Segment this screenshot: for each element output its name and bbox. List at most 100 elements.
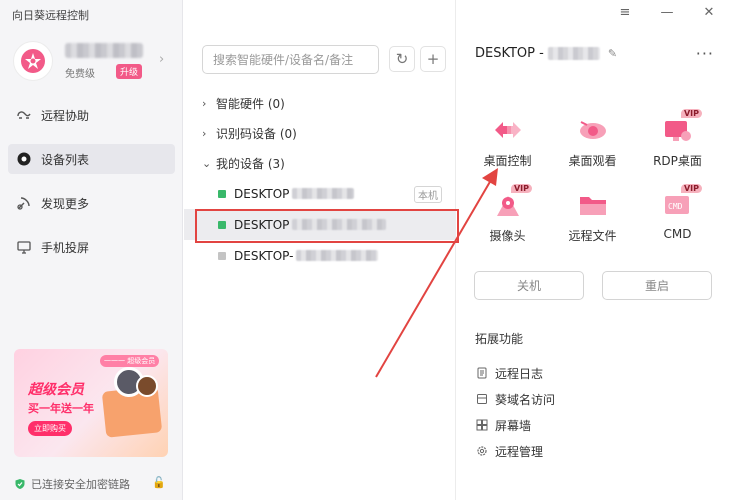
security-status: 已连接安全加密链路 🔓 bbox=[14, 476, 174, 492]
refresh-icon: ↻ bbox=[395, 50, 409, 68]
cmd-icon: CMD bbox=[658, 187, 698, 223]
sunflower-logo-icon bbox=[21, 49, 45, 73]
sidebar-nav: 远程协助 设备列表 发现更多 手机投屏 bbox=[8, 100, 175, 276]
device-name-redacted bbox=[292, 219, 387, 230]
extensions-title: 拓展功能 bbox=[475, 332, 524, 346]
desktop-control-icon bbox=[488, 112, 528, 148]
window-controls: ≡ — ✕ bbox=[614, 5, 720, 20]
app-title: 向日葵远程控制 bbox=[12, 9, 89, 22]
plus-icon: + bbox=[426, 50, 440, 68]
extension-remote-log[interactable]: 远程日志 bbox=[475, 360, 555, 386]
feature-label: RDP桌面 bbox=[653, 154, 702, 168]
extension-label: 葵域名访问 bbox=[495, 392, 556, 407]
device-title: DESKTOP - ✎ bbox=[475, 46, 617, 61]
sidebar-item-remote-assist[interactable]: 远程协助 bbox=[8, 100, 175, 130]
log-icon bbox=[475, 367, 489, 379]
device-row[interactable]: DESKTOP- bbox=[184, 240, 456, 271]
remote-file-icon bbox=[573, 187, 613, 223]
group-smart-hardware[interactable]: › 智能硬件 (0) bbox=[184, 88, 456, 118]
desktop-view-icon bbox=[573, 112, 613, 148]
extension-label: 远程管理 bbox=[495, 444, 544, 459]
minimize-icon[interactable]: — bbox=[656, 5, 678, 20]
promo-character-image bbox=[136, 375, 158, 397]
extension-screen-wall[interactable]: 屏幕墙 bbox=[475, 412, 555, 438]
more-options-icon[interactable]: ··· bbox=[696, 44, 714, 63]
feature-label: 远程文件 bbox=[568, 229, 617, 243]
promo-tag: 一一一 超级会员 bbox=[100, 355, 160, 367]
feature-remote-file[interactable]: 远程文件 bbox=[550, 187, 635, 244]
group-my-devices[interactable]: ⌄ 我的设备 (3) bbox=[184, 148, 456, 178]
satellite-icon bbox=[15, 194, 33, 212]
upgrade-badge[interactable]: 升级 bbox=[116, 64, 143, 79]
sidebar-item-label: 设备列表 bbox=[41, 152, 90, 167]
close-icon[interactable]: ✕ bbox=[698, 5, 720, 20]
add-device-button[interactable]: + bbox=[420, 46, 446, 72]
remote-assist-icon bbox=[15, 106, 33, 124]
group-id-devices[interactable]: › 识别码设备 (0) bbox=[184, 118, 456, 148]
refresh-button[interactable]: ↻ bbox=[389, 46, 415, 72]
restart-button[interactable]: 重启 bbox=[602, 271, 712, 300]
extensions-list: 远程日志 葵域名访问 屏幕墙 远程管理 bbox=[475, 360, 555, 464]
sidebar-item-discover[interactable]: 发现更多 bbox=[8, 188, 175, 218]
device-name: DESKTOP bbox=[234, 186, 290, 201]
chevron-down-icon: ⌄ bbox=[202, 156, 212, 170]
promo-title: 超级会员 bbox=[28, 382, 84, 398]
promo-banner[interactable]: 一一一 超级会员 超级会员 买一年送一年 立即购买 bbox=[14, 349, 168, 457]
user-profile[interactable]: 免费级 升级 › bbox=[13, 41, 173, 83]
promo-buy-button[interactable]: 立即购买 bbox=[28, 421, 72, 436]
avatar[interactable] bbox=[13, 41, 53, 81]
feature-label: 桌面观看 bbox=[568, 154, 617, 168]
feature-label: 桌面控制 bbox=[483, 154, 532, 168]
chevron-right-icon[interactable]: › bbox=[159, 52, 164, 67]
online-status-icon bbox=[218, 220, 226, 229]
sidebar-item-device-list[interactable]: 设备列表 bbox=[8, 144, 175, 174]
feature-grid: 桌面控制 桌面观看 VIP RDP桌面 VIP 摄像头 远程文件 VIP CMD… bbox=[465, 109, 720, 244]
user-name-redacted bbox=[65, 43, 143, 58]
device-name: DESKTOP- bbox=[234, 248, 294, 263]
screen-cast-icon bbox=[15, 238, 33, 256]
feature-cmd[interactable]: VIP CMD CMD bbox=[635, 184, 720, 244]
local-device-tag: 本机 bbox=[414, 186, 442, 203]
security-status-text: 已连接安全加密链路 bbox=[31, 478, 130, 491]
online-status-icon bbox=[218, 189, 226, 198]
device-tree: › 智能硬件 (0) › 识别码设备 (0) ⌄ 我的设备 (3) DESKTO… bbox=[184, 88, 459, 271]
extension-domain-access[interactable]: 葵域名访问 bbox=[475, 386, 555, 412]
device-row[interactable]: DESKTOP 本机 bbox=[184, 178, 456, 209]
device-name: DESKTOP bbox=[234, 217, 290, 232]
extension-label: 远程日志 bbox=[495, 366, 544, 381]
sidebar-item-screen-cast[interactable]: 手机投屏 bbox=[8, 232, 175, 262]
account-tier: 免费级 bbox=[65, 69, 95, 80]
device-list-panel: 搜索智能硬件/设备名/备注 ↻ + › 智能硬件 (0) › 识别码设备 (0)… bbox=[184, 0, 459, 500]
sidebar-item-label: 手机投屏 bbox=[41, 240, 90, 255]
feature-camera[interactable]: VIP 摄像头 bbox=[465, 184, 550, 244]
settings-icon bbox=[475, 445, 489, 457]
chevron-right-icon: › bbox=[202, 96, 207, 110]
shutdown-button[interactable]: 关机 bbox=[474, 271, 584, 300]
feature-label: 摄像头 bbox=[489, 229, 526, 243]
shield-check-icon bbox=[15, 479, 25, 489]
group-label: 识别码设备 (0) bbox=[216, 126, 297, 141]
edit-icon[interactable]: ✎ bbox=[608, 47, 617, 60]
group-label: 我的设备 (3) bbox=[216, 156, 285, 171]
promo-subtitle: 买一年送一年 bbox=[28, 402, 94, 415]
offline-status-icon bbox=[218, 251, 226, 260]
search-input[interactable]: 搜索智能硬件/设备名/备注 bbox=[202, 45, 379, 74]
feature-desktop-view[interactable]: 桌面观看 bbox=[550, 112, 635, 169]
sidebar-item-label: 远程协助 bbox=[41, 108, 90, 123]
feature-label: CMD bbox=[663, 227, 692, 241]
device-name-redacted bbox=[296, 250, 379, 261]
lock-icon[interactable]: 🔓 bbox=[152, 476, 166, 489]
device-detail-panel: ≡ — ✕ DESKTOP - ✎ ··· 桌面控制 桌面观看 VIP RDP桌… bbox=[457, 0, 730, 500]
device-row-selected[interactable]: DESKTOP bbox=[184, 209, 459, 243]
extension-label: 屏幕墙 bbox=[495, 418, 532, 433]
menu-icon[interactable]: ≡ bbox=[614, 5, 636, 20]
chevron-right-icon: › bbox=[202, 126, 207, 140]
domain-icon bbox=[475, 393, 489, 405]
extension-remote-management[interactable]: 远程管理 bbox=[475, 438, 555, 464]
feature-rdp-desktop[interactable]: VIP RDP桌面 bbox=[635, 109, 720, 169]
rdp-desktop-icon bbox=[658, 112, 698, 148]
feature-desktop-control[interactable]: 桌面控制 bbox=[465, 112, 550, 169]
camera-icon bbox=[488, 187, 528, 223]
sidebar-item-label: 发现更多 bbox=[41, 196, 90, 211]
device-title-redacted bbox=[547, 47, 600, 60]
